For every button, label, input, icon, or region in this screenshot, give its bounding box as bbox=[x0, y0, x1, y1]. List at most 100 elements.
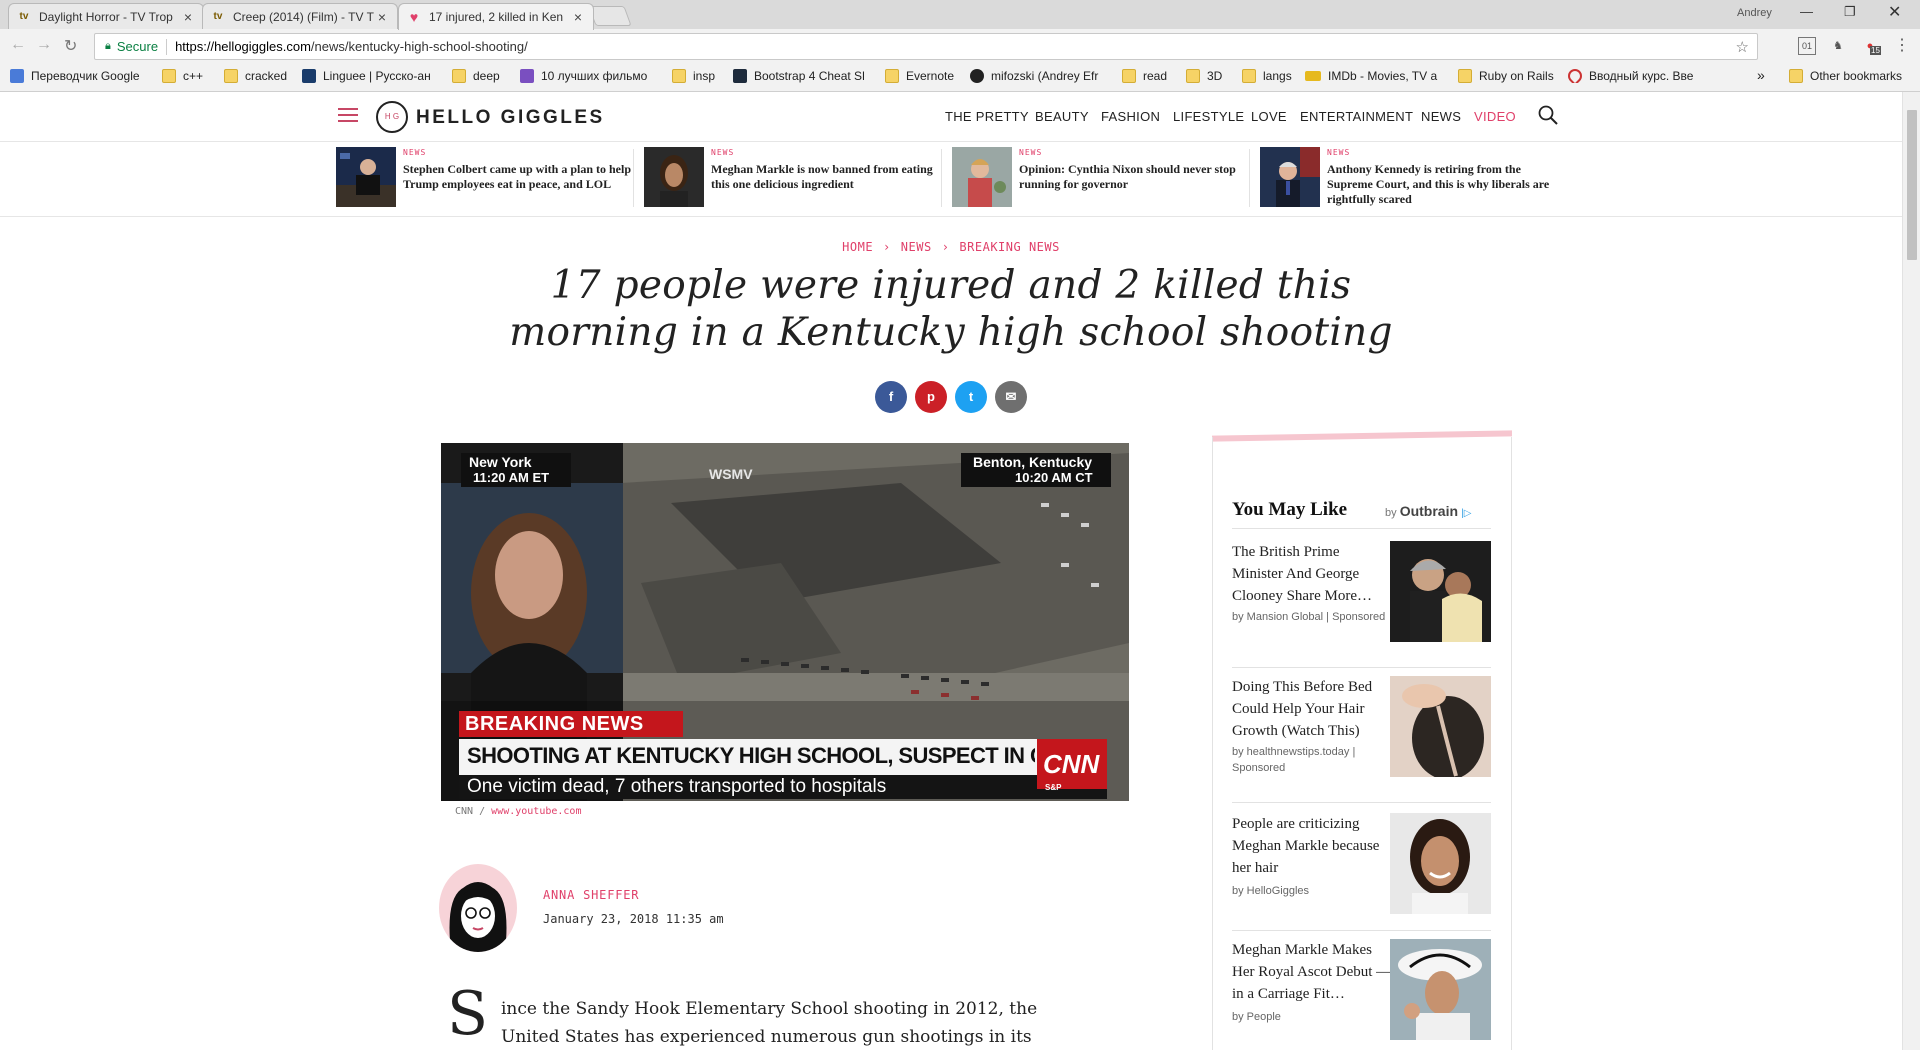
bookmark-item[interactable]: 10 лучших фильмо bbox=[520, 69, 656, 83]
new-tab-button[interactable] bbox=[588, 6, 632, 26]
reload-icon[interactable]: ↻ bbox=[64, 36, 77, 56]
browser-tab[interactable]: tv Daylight Horror - TV Trop × bbox=[8, 3, 204, 29]
author-avatar[interactable] bbox=[439, 864, 517, 952]
recommendation-image[interactable] bbox=[1390, 813, 1491, 914]
location-left: New York bbox=[469, 454, 532, 470]
browser-toolbar: ← → ↻ 🔒︎ Secure https://hellogiggles.com… bbox=[0, 29, 1920, 63]
bookmark-folder[interactable]: read bbox=[1122, 69, 1182, 83]
bookmark-item[interactable]: Bootstrap 4 Cheat Sl bbox=[733, 69, 873, 83]
other-bookmarks-folder[interactable]: Other bookmarks bbox=[1789, 69, 1917, 83]
recommendation-card[interactable]: The British Prime Minister And George Cl… bbox=[1232, 541, 1491, 653]
bookmark-item[interactable]: mifozski (Andrey Efr bbox=[970, 69, 1108, 83]
bookmark-label: insp bbox=[693, 69, 716, 83]
nav-news[interactable]: NEWS bbox=[1421, 109, 1461, 124]
close-icon[interactable]: × bbox=[181, 9, 195, 25]
adchoices-icon[interactable]: |▷ bbox=[1461, 508, 1471, 519]
scrollbar-thumb[interactable] bbox=[1907, 110, 1917, 260]
forward-icon[interactable]: → bbox=[36, 36, 52, 54]
address-bar[interactable]: 🔒︎ Secure https://hellogiggles.com/news/… bbox=[94, 33, 1758, 60]
breadcrumb-home[interactable]: HOME bbox=[842, 240, 873, 254]
story-card[interactable]: NEWS Opinion: Cynthia Nixon should never… bbox=[952, 147, 1252, 209]
nav-fashion[interactable]: FASHION bbox=[1101, 109, 1160, 124]
recommendation-title[interactable]: The British Prime Minister And George Cl… bbox=[1232, 541, 1392, 607]
recommendation-image[interactable] bbox=[1390, 676, 1491, 777]
recommendation-card[interactable]: Meghan Markle Makes Her Royal Ascot Debu… bbox=[1232, 939, 1491, 1050]
minimize-icon[interactable]: — bbox=[1800, 4, 1813, 19]
extension-icon[interactable]: ●15 bbox=[1861, 37, 1881, 55]
bookmark-folder[interactable]: Evernote bbox=[885, 69, 960, 83]
nav-love[interactable]: LOVE bbox=[1251, 109, 1287, 124]
recommendation-card[interactable]: People are criticizing Meghan Markle bec… bbox=[1232, 813, 1491, 925]
recommendation-title[interactable]: Meghan Markle Makes Her Royal Ascot Debu… bbox=[1232, 939, 1392, 1005]
bookmark-item[interactable]: Переводчик Google bbox=[10, 69, 160, 83]
recommendation-title[interactable]: Doing This Before Bed Could Help Your Ha… bbox=[1232, 676, 1392, 742]
bookmark-folder[interactable]: cracked bbox=[224, 69, 299, 83]
back-icon[interactable]: ← bbox=[10, 36, 26, 54]
url-text[interactable]: https://hellogiggles.com/news/kentucky-h… bbox=[175, 39, 528, 54]
story-card[interactable]: NEWS Stephen Colbert came up with a plan… bbox=[336, 147, 636, 209]
twitter-share-icon[interactable]: t bbox=[955, 381, 987, 413]
author-name[interactable]: ANNA SHEFFER bbox=[543, 888, 639, 902]
bookmark-item[interactable]: Вводный курс. Вве bbox=[1568, 69, 1710, 83]
email-share-icon[interactable]: ✉ bbox=[995, 381, 1027, 413]
nav-video[interactable]: VIDEO bbox=[1474, 109, 1516, 124]
menu-icon[interactable]: ⋮ bbox=[1893, 37, 1911, 55]
recommendation-image[interactable] bbox=[1390, 541, 1491, 642]
bookmark-item[interactable]: Linguee | Русско-ан bbox=[302, 69, 440, 83]
nav-the-pretty[interactable]: THE PRETTY bbox=[945, 109, 1029, 124]
bookmark-folder[interactable]: insp bbox=[672, 69, 728, 83]
bookmark-folder[interactable]: c++ bbox=[162, 69, 222, 83]
site-logo[interactable]: HELLO GIGGLES bbox=[416, 107, 605, 129]
recommendation-source: by HelloGiggles bbox=[1232, 885, 1310, 897]
pinterest-share-icon[interactable]: p bbox=[915, 381, 947, 413]
nav-lifestyle[interactable]: LIFESTYLE bbox=[1173, 109, 1244, 124]
nav-entertainment[interactable]: ENTERTAINMENT bbox=[1300, 109, 1413, 124]
bookmark-folder[interactable]: langs bbox=[1242, 69, 1306, 83]
nav-beauty[interactable]: BEAUTY bbox=[1035, 109, 1089, 124]
facebook-share-icon[interactable]: f bbox=[875, 381, 907, 413]
recommendation-title[interactable]: People are criticizing Meghan Markle bec… bbox=[1232, 813, 1392, 879]
bookmark-folder[interactable]: Ruby on Rails bbox=[1458, 69, 1558, 83]
story-headline[interactable]: Stephen Colbert came up with a plan to h… bbox=[403, 162, 633, 192]
recommendation-image[interactable] bbox=[1390, 939, 1491, 1040]
outbrain-credit[interactable]: by Outbrain |▷ bbox=[1385, 503, 1471, 519]
close-icon[interactable]: × bbox=[375, 9, 389, 25]
heart-outline-icon bbox=[1568, 69, 1585, 83]
folder-icon bbox=[162, 69, 176, 83]
close-icon[interactable]: × bbox=[571, 9, 585, 25]
page-scrollbar[interactable] bbox=[1902, 92, 1920, 1050]
breadcrumb-breaking-news[interactable]: BREAKING NEWS bbox=[959, 240, 1059, 254]
bookmark-item[interactable]: IMDb - Movies, TV a bbox=[1305, 69, 1441, 83]
bookmark-star-icon[interactable]: ☆ bbox=[1736, 38, 1749, 56]
browser-tab-active[interactable]: ♥ 17 injured, 2 killed in Ken × bbox=[398, 3, 594, 30]
video-caption: CNN / www.youtube.com bbox=[455, 806, 581, 817]
story-headline[interactable]: Meghan Markle is now banned from eating … bbox=[711, 162, 941, 192]
hamburger-menu-icon[interactable] bbox=[338, 108, 358, 122]
story-headline[interactable]: Anthony Kennedy is retiring from the Sup… bbox=[1327, 162, 1557, 207]
logo-mark[interactable]: H G bbox=[376, 101, 408, 133]
extension-icon[interactable]: 01 bbox=[1798, 37, 1816, 55]
story-card[interactable]: NEWS Meghan Markle is now banned from ea… bbox=[644, 147, 944, 209]
breadcrumb-separator: › bbox=[941, 240, 950, 254]
profile-name[interactable]: Andrey bbox=[1737, 7, 1772, 19]
bookmark-folder[interactable]: 3D bbox=[1186, 69, 1234, 83]
outbrain-logo: Outbrain bbox=[1399, 503, 1459, 519]
author-illustration bbox=[449, 882, 507, 952]
tab-strip: tv Daylight Horror - TV Trop × tv Creep … bbox=[0, 0, 1920, 30]
body-text: United States has experienced numerous g… bbox=[501, 1027, 1032, 1047]
video-player[interactable]: New York 11:20 AM ET WSMV Benton, Kentuc… bbox=[441, 443, 1129, 801]
bookmarks-overflow-button[interactable]: » bbox=[1757, 67, 1765, 83]
restore-icon[interactable]: ❐ bbox=[1844, 4, 1856, 20]
folder-icon bbox=[224, 69, 238, 83]
heart-favicon-icon: ♥ bbox=[409, 9, 419, 25]
extension-icon[interactable]: ♞ bbox=[1829, 37, 1847, 55]
window-close-icon[interactable]: ✕ bbox=[1888, 2, 1901, 22]
breadcrumb-news[interactable]: NEWS bbox=[901, 240, 932, 254]
browser-tab[interactable]: tv Creep (2014) (Film) - TV T × bbox=[202, 3, 398, 29]
search-icon[interactable] bbox=[1537, 104, 1559, 126]
story-card[interactable]: NEWS Anthony Kennedy is retiring from th… bbox=[1260, 147, 1560, 209]
bookmark-folder[interactable]: deep bbox=[452, 69, 512, 83]
caption-link[interactable]: www.youtube.com bbox=[491, 806, 581, 817]
recommendation-card[interactable]: Doing This Before Bed Could Help Your Ha… bbox=[1232, 676, 1491, 788]
story-headline[interactable]: Opinion: Cynthia Nixon should never stop… bbox=[1019, 162, 1249, 192]
